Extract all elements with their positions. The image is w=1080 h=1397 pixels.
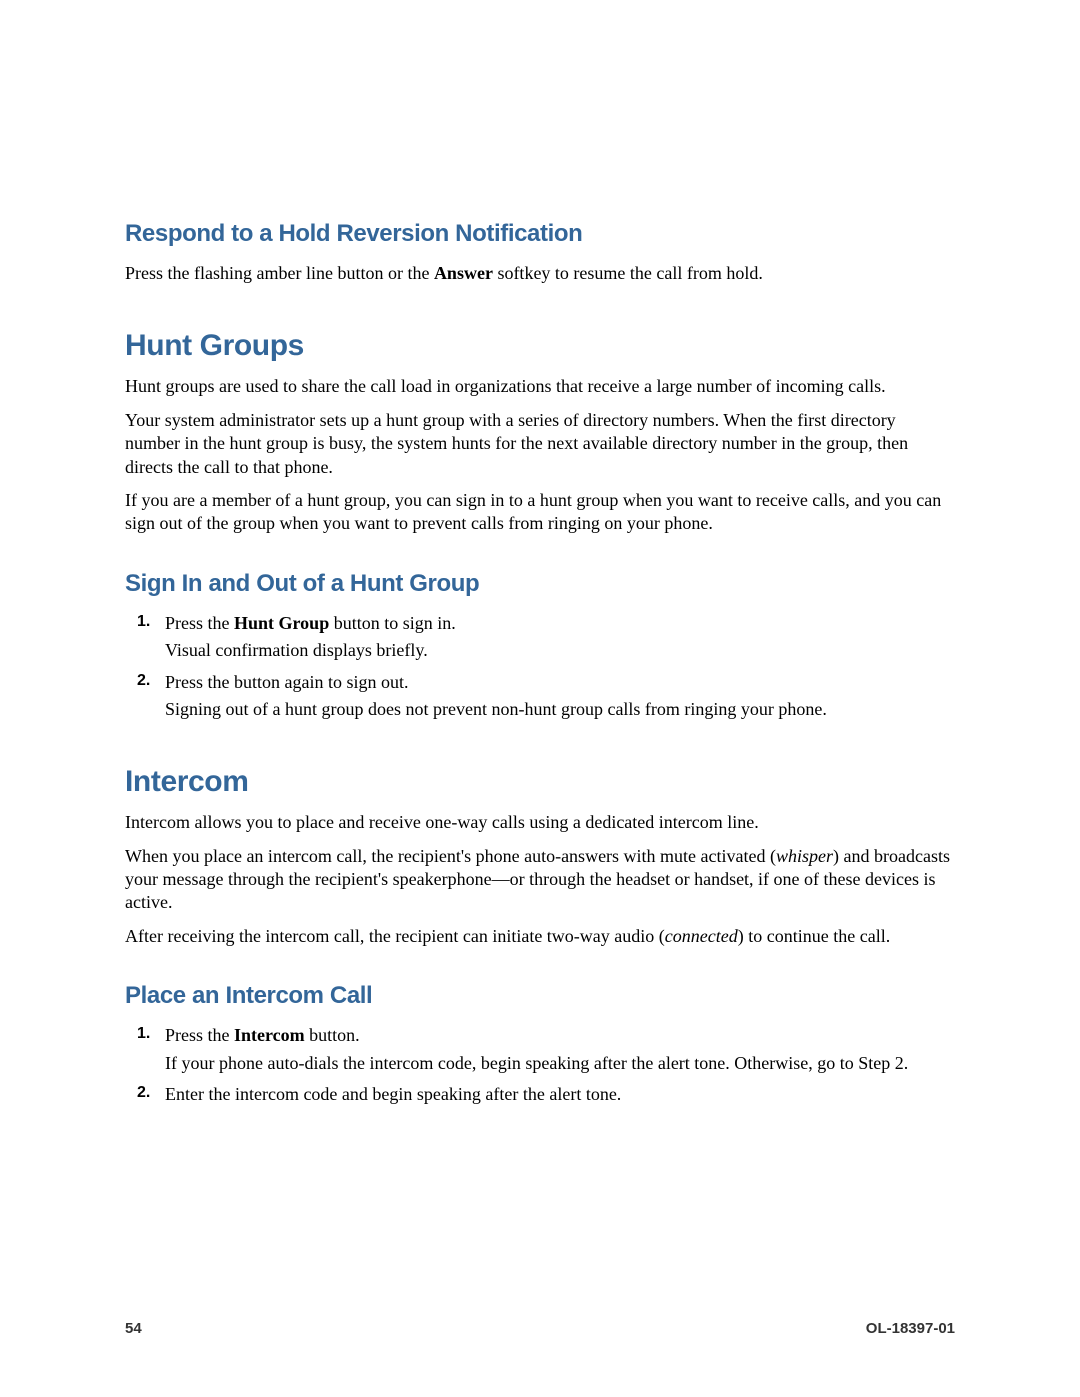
heading-intercom: Intercom	[125, 765, 955, 799]
list-item: Enter the intercom code and begin speaki…	[165, 1083, 955, 1106]
text: ) to continue the call.	[738, 926, 890, 946]
page-number: 54	[125, 1320, 142, 1337]
list-item: Press the button again to sign out. Sign…	[165, 671, 955, 722]
step-sub: Signing out of a hunt group does not pre…	[165, 698, 955, 721]
respond-para: Press the flashing amber line button or …	[125, 262, 955, 285]
step-sub: If your phone auto-dials the intercom co…	[165, 1052, 955, 1075]
text: Press the button again to sign out.	[165, 672, 408, 692]
intercom-para-3: After receiving the intercom call, the r…	[125, 925, 955, 948]
intercom-para-2: When you place an intercom call, the rec…	[125, 845, 955, 915]
text: When you place an intercom call, the rec…	[125, 846, 776, 866]
hunt-para-3: If you are a member of a hunt group, you…	[125, 489, 955, 536]
signin-steps: Press the Hunt Group button to sign in. …	[125, 612, 955, 722]
heading-hunt-groups: Hunt Groups	[125, 329, 955, 363]
list-item: Press the Hunt Group button to sign in. …	[165, 612, 955, 663]
heading-respond: Respond to a Hold Reversion Notification	[125, 220, 955, 248]
hunt-para-2: Your system administrator sets up a hunt…	[125, 409, 955, 479]
hunt-para-1: Hunt groups are used to share the call l…	[125, 375, 955, 398]
text: After receiving the intercom call, the r…	[125, 926, 665, 946]
text: button.	[305, 1025, 360, 1045]
page-footer: 54 OL-18397-01	[125, 1320, 955, 1337]
bold-answer: Answer	[434, 263, 493, 283]
list-item: Press the Intercom button. If your phone…	[165, 1024, 955, 1075]
doc-id: OL-18397-01	[866, 1320, 955, 1337]
text: Press the	[165, 1025, 234, 1045]
step-sub: Visual confirmation displays briefly.	[165, 639, 955, 662]
italic-connected: connected	[665, 926, 738, 946]
intercom-para-1: Intercom allows you to place and receive…	[125, 811, 955, 834]
bold-hunt-group: Hunt Group	[234, 613, 329, 633]
text: button to sign in.	[329, 613, 456, 633]
text: softkey to resume the call from hold.	[493, 263, 763, 283]
bold-intercom: Intercom	[234, 1025, 305, 1045]
heading-sign-in-out: Sign In and Out of a Hunt Group	[125, 570, 955, 598]
text: Enter the intercom code and begin speaki…	[165, 1084, 621, 1104]
heading-place-intercom: Place an Intercom Call	[125, 982, 955, 1010]
italic-whisper: whisper	[776, 846, 833, 866]
place-steps: Press the Intercom button. If your phone…	[125, 1024, 955, 1106]
text: Press the flashing amber line button or …	[125, 263, 434, 283]
text: Press the	[165, 613, 234, 633]
